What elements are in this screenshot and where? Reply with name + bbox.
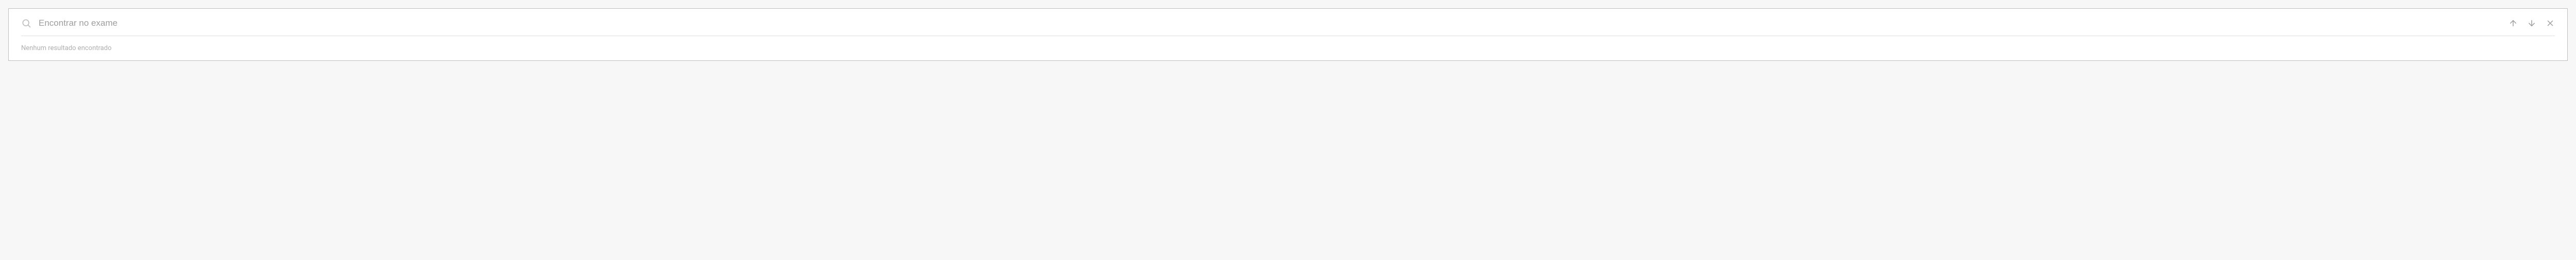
search-panel: Nenhum resultado encontrado [8,8,2568,61]
next-result-button[interactable] [2527,19,2536,28]
search-icon [21,18,31,28]
search-status-row: Nenhum resultado encontrado [21,36,2555,52]
close-search-button[interactable] [2546,19,2555,28]
arrow-down-icon [2527,19,2536,28]
search-input[interactable] [39,18,2501,28]
search-nav-controls [2509,19,2555,28]
arrow-up-icon [2509,19,2518,28]
search-row [21,18,2555,36]
previous-result-button[interactable] [2509,19,2518,28]
no-results-text: Nenhum resultado encontrado [21,44,112,52]
close-icon [2546,19,2555,28]
